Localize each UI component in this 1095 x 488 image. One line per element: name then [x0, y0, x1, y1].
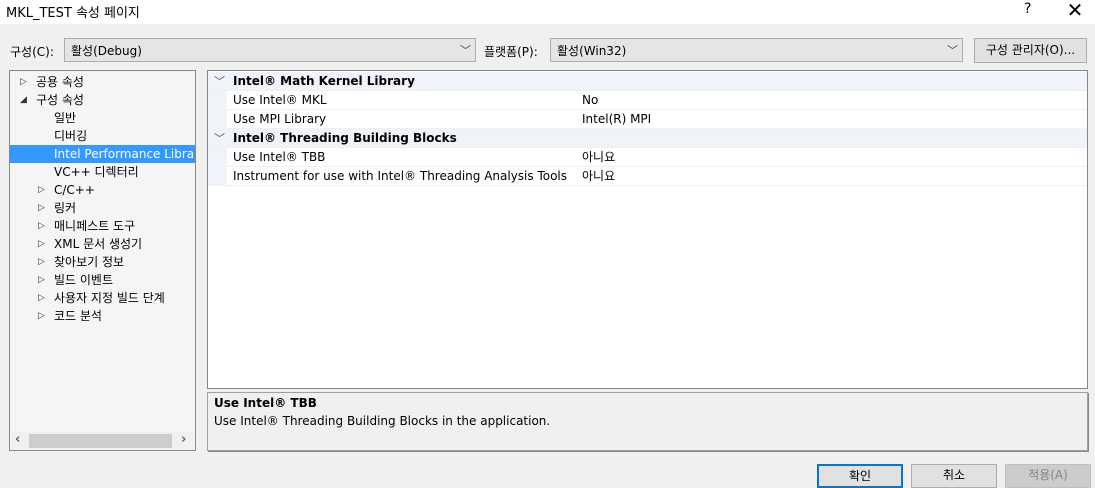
tree-item-label: 공용 속성 [36, 75, 84, 89]
description-text: Use Intel® Threading Building Blocks in … [214, 414, 551, 428]
tree-item[interactable]: ◢ 구성 속성 [10, 91, 195, 109]
chevron-down-icon: ﹀ [947, 44, 958, 57]
expand-arrow-icon[interactable]: ▷ [38, 271, 45, 289]
tree-item-label: 일반 [54, 111, 77, 125]
tree-item-label: XML 문서 생성기 [54, 237, 143, 251]
property-name: Use MPI Library [233, 112, 327, 126]
config-label: 구성(C): [10, 45, 54, 59]
tree-item[interactable]: ▷ 찾아보기 정보 [10, 253, 195, 271]
tree-item[interactable]: Intel Performance Libraries [10, 145, 195, 163]
tree-item[interactable]: ▷ 빌드 이벤트 [10, 271, 195, 289]
expand-arrow-icon[interactable]: ▷ [38, 253, 45, 271]
config-select[interactable]: 활성(Debug) ﹀ [64, 38, 476, 62]
category-name: Intel® Threading Building Blocks [233, 131, 457, 145]
expand-arrow-icon[interactable]: ▷ [38, 307, 45, 325]
description-title: Use Intel® TBB [214, 396, 317, 410]
cancel-button[interactable]: 취소 [911, 464, 997, 488]
property-value[interactable]: 아니요 [582, 148, 615, 167]
platform-select[interactable]: 활성(Win32) ﹀ [550, 38, 963, 62]
tree-item-label: 구성 속성 [36, 93, 84, 107]
property-category[interactable]: ﹀ Intel® Math Kernel Library [208, 72, 1087, 91]
row-gutter [208, 148, 227, 167]
tree-item-label: 빌드 이벤트 [54, 273, 114, 287]
tree-item-label: 코드 분석 [54, 309, 102, 323]
property-row[interactable]: Instrument for use with Intel® Threading… [208, 167, 1087, 186]
expand-arrow-icon[interactable]: ▷ [38, 235, 45, 253]
property-value[interactable]: Intel(R) MPI [582, 110, 651, 129]
row-gutter [208, 110, 227, 129]
expand-arrow-icon[interactable]: ▷ [20, 73, 27, 91]
tree-item-label: C/C++ [54, 183, 95, 197]
tree-item[interactable]: ▷ 링커 [10, 199, 195, 217]
tree-item[interactable]: ▷ C/C++ [10, 181, 195, 199]
help-button[interactable]: ? [1024, 1, 1031, 17]
platform-label: 플랫폼(P): [484, 45, 538, 59]
chevron-down-icon: ﹀ [460, 44, 471, 57]
tree-item-label: 찾아보기 정보 [54, 255, 125, 269]
tree-item-label: 매니페스트 도구 [54, 219, 136, 233]
expand-arrow-icon[interactable]: ▷ [38, 289, 45, 307]
tree-item-label: VC++ 디렉터리 [54, 165, 139, 179]
property-row[interactable]: Use Intel® MKL No [208, 91, 1087, 110]
chevron-down-icon[interactable]: ﹀ [214, 72, 225, 91]
tree-item[interactable]: VC++ 디렉터리 [10, 163, 195, 181]
horizontal-scrollbar[interactable]: ‹ › [11, 432, 194, 449]
description-panel: Use Intel® TBB Use Intel® Threading Buil… [207, 392, 1088, 451]
tree-item[interactable]: ▷ 코드 분석 [10, 307, 195, 325]
scroll-left-icon[interactable]: ‹ [15, 432, 20, 447]
close-button[interactable]: ✕ [1062, 0, 1088, 22]
collapse-arrow-icon[interactable]: ◢ [20, 91, 27, 109]
category-name: Intel® Math Kernel Library [233, 74, 415, 88]
property-name: Use Intel® TBB [233, 150, 326, 164]
tree-item-label: 사용자 지정 빌드 단계 [54, 291, 165, 305]
property-value[interactable]: No [582, 91, 598, 110]
title-bar: MKL_TEST 속성 페이지 ? ✕ [0, 0, 1095, 24]
property-row[interactable]: Use MPI Library Intel(R) MPI [208, 110, 1087, 129]
config-value: 활성(Debug) [71, 44, 142, 58]
scrollbar-thumb[interactable] [29, 434, 172, 448]
row-gutter [208, 91, 227, 110]
tree-item[interactable]: 디버깅 [10, 127, 195, 145]
platform-value: 활성(Win32) [557, 44, 627, 58]
property-value[interactable]: 아니요 [582, 167, 615, 186]
apply-button[interactable]: 적용(A) [1005, 464, 1091, 488]
property-name: Use Intel® MKL [233, 93, 327, 107]
tree-item[interactable]: ▷ XML 문서 생성기 [10, 235, 195, 253]
property-category[interactable]: ﹀ Intel® Threading Building Blocks [208, 129, 1087, 148]
category-tree[interactable]: ▷ 공용 속성 ◢ 구성 속성일반디버깅 Intel Performance Libra… [9, 70, 196, 451]
tree-item[interactable]: 일반 [10, 109, 195, 127]
tree-item-label: 링커 [54, 201, 77, 215]
tree-item-label: 디버깅 [54, 129, 88, 143]
expand-arrow-icon[interactable]: ▷ [38, 181, 45, 199]
config-manager-button[interactable]: 구성 관리자(O)... [974, 38, 1087, 63]
property-name: Instrument for use with Intel® Threading… [233, 169, 568, 183]
property-row[interactable]: Use Intel® TBB 아니요 [208, 148, 1087, 167]
tree-item[interactable]: ▷ 공용 속성 [10, 73, 195, 91]
chevron-down-icon[interactable]: ﹀ [214, 129, 225, 148]
expand-arrow-icon[interactable]: ▷ [38, 217, 45, 235]
tree-item-label: Intel Performance Libraries [54, 147, 195, 161]
ok-button[interactable]: 확인 [817, 464, 903, 488]
scroll-right-icon[interactable]: › [181, 432, 186, 447]
row-gutter [208, 167, 227, 186]
expand-arrow-icon[interactable]: ▷ [38, 199, 45, 217]
property-grid[interactable]: ﹀ Intel® Math Kernel Library Use Intel® MK… [207, 70, 1088, 389]
tree-item[interactable]: ▷ 사용자 지정 빌드 단계 [10, 289, 195, 307]
window-title: MKL_TEST 속성 페이지 [6, 6, 140, 21]
tree-item[interactable]: ▷ 매니페스트 도구 [10, 217, 195, 235]
